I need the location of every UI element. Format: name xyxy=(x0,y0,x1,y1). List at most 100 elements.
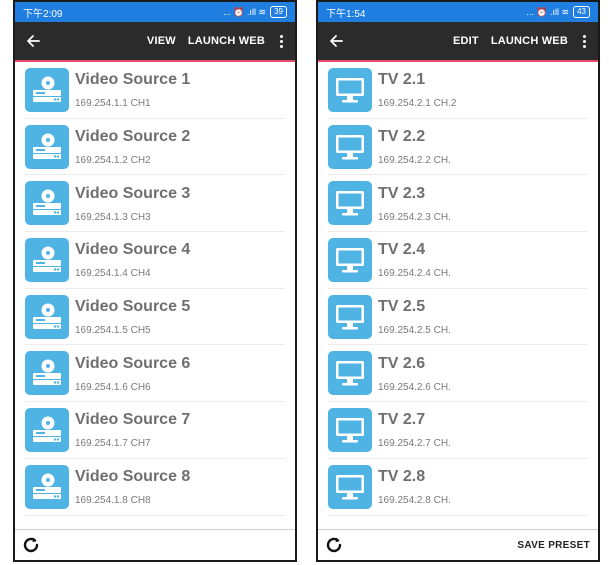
item-ip: 169.254.2.4 xyxy=(378,268,431,280)
item-text: Video Source 2 169.254.1.2 CH2 xyxy=(75,127,190,166)
item-subtitle: 169.254.2.2 CH. xyxy=(378,155,451,166)
list-item[interactable]: Video Source 1 169.254.1.1 CH1 xyxy=(25,62,285,119)
battery-icon: 39 xyxy=(270,6,287,18)
monitor-icon xyxy=(328,407,372,452)
item-title: TV 2.4 xyxy=(378,241,426,259)
view-button[interactable]: VIEW xyxy=(141,35,182,47)
item-ip: 169.254.1.8 xyxy=(75,495,128,507)
launch-web-button[interactable]: LAUNCH WEB xyxy=(182,35,271,47)
item-title: Video Source 8 xyxy=(75,468,191,486)
item-ip: 169.254.1.3 xyxy=(75,211,128,223)
item-ip: 169.254.1.7 xyxy=(75,438,128,450)
item-channel: CH. xyxy=(433,381,451,393)
bottom-bar xyxy=(15,529,295,560)
item-subtitle: 169.254.1.2 CH2 xyxy=(75,155,190,166)
item-text: Video Source 5 169.254.1.5 CH5 xyxy=(75,297,190,336)
list-item[interactable]: TV 2.4 169.254.2.4 CH. xyxy=(328,232,588,289)
item-title: TV 2.5 xyxy=(378,298,426,316)
more-vert-icon[interactable] xyxy=(271,22,291,60)
item-text: TV 2.8 169.254.2.8 CH. xyxy=(378,467,451,506)
item-title: Video Source 1 xyxy=(75,71,191,89)
item-text: Video Source 4 169.254.1.4 CH4 xyxy=(75,240,190,279)
refresh-icon[interactable] xyxy=(320,531,348,559)
list-item[interactable]: Video Source 7 169.254.1.7 CH7 xyxy=(25,402,285,459)
item-subtitle: 169.254.2.4 CH. xyxy=(378,268,451,279)
list-item[interactable]: TV 2.5 169.254.2.5 CH. xyxy=(328,289,588,346)
item-channel: CH5 xyxy=(130,325,151,337)
list-item[interactable]: Video Source 6 169.254.1.6 CH6 xyxy=(25,345,285,403)
item-subtitle: 169.254.2.7 CH. xyxy=(378,438,451,449)
monitor-icon xyxy=(328,181,372,226)
item-channel: CH. xyxy=(433,325,451,337)
status-bar: 下午1:54 ... ⏰ .ıll ≋ 43 xyxy=(318,2,598,22)
item-ip: 169.254.2.8 xyxy=(378,495,431,507)
status-bar: 下午2:09 ... ⏰ .ıll ≋ 39 xyxy=(15,2,295,22)
back-arrow-icon[interactable] xyxy=(15,22,51,60)
list-item[interactable]: Video Source 8 169.254.1.8 CH8 xyxy=(25,459,285,516)
back-arrow-icon[interactable] xyxy=(318,22,354,60)
list-item[interactable]: Video Source 5 169.254.1.5 CH5 xyxy=(25,289,285,346)
video-player-icon xyxy=(25,351,69,396)
item-channel: CH. xyxy=(433,495,451,507)
status-indicators: ... ⏰ .ıll ≋ 43 xyxy=(526,6,590,18)
item-ip: 169.254.2.7 xyxy=(378,438,431,450)
item-ip: 169.254.2.3 xyxy=(378,211,431,223)
item-title: Video Source 6 xyxy=(75,354,191,372)
item-ip: 169.254.2.6 xyxy=(378,381,431,393)
item-channel: CH2 xyxy=(130,155,151,167)
item-ip: 169.254.1.4 xyxy=(75,268,128,280)
list-item[interactable]: TV 2.1 169.254.2.1 CH.2 xyxy=(328,62,588,119)
list-item[interactable]: Video Source 4 169.254.1.4 CH4 xyxy=(25,232,285,289)
video-player-icon xyxy=(25,67,69,112)
item-subtitle: 169.254.1.6 CH6 xyxy=(75,382,190,393)
status-time: 下午2:09 xyxy=(23,8,63,20)
item-text: TV 2.4 169.254.2.4 CH. xyxy=(378,240,451,279)
item-channel: CH3 xyxy=(130,211,151,223)
item-subtitle: 169.254.2.5 CH. xyxy=(378,325,451,336)
item-channel: CH.2 xyxy=(433,98,457,110)
item-subtitle: 169.254.1.4 CH4 xyxy=(75,268,190,279)
source-list: Video Source 1 169.254.1.1 CH1 Video Sourc… xyxy=(15,62,295,530)
item-title: TV 2.6 xyxy=(378,354,426,372)
item-text: TV 2.5 169.254.2.5 CH. xyxy=(378,297,451,336)
item-channel: CH. xyxy=(433,438,451,450)
item-title: Video Source 4 xyxy=(75,241,191,259)
list-item[interactable]: Video Source 2 169.254.1.2 CH2 xyxy=(25,119,285,176)
item-channel: CH1 xyxy=(130,98,151,110)
list-item[interactable]: TV 2.8 169.254.2.8 CH. xyxy=(328,459,588,516)
video-player-icon xyxy=(25,181,69,226)
app-bar-actions: EDIT LAUNCH WEB xyxy=(447,35,574,47)
item-title: TV 2.2 xyxy=(378,128,426,146)
item-text: TV 2.7 169.254.2.7 CH. xyxy=(378,410,451,449)
list-item[interactable]: Video Source 3 169.254.1.3 CH3 xyxy=(25,175,285,233)
app-bar: VIEW LAUNCH WEB xyxy=(15,22,295,62)
item-text: Video Source 6 169.254.1.6 CH6 xyxy=(75,354,190,393)
item-channel: CH. xyxy=(433,268,451,280)
monitor-icon xyxy=(328,464,372,509)
edit-button[interactable]: EDIT xyxy=(447,35,485,47)
launch-web-button[interactable]: LAUNCH WEB xyxy=(485,35,574,47)
item-title: Video Source 5 xyxy=(75,298,191,316)
phone-screen-displays: 下午1:54 ... ⏰ .ıll ≋ 43 EDIT LAUNCH WEB T… xyxy=(316,0,600,562)
item-subtitle: 169.254.1.3 CH3 xyxy=(75,212,190,223)
item-channel: CH. xyxy=(433,155,451,167)
list-item[interactable]: TV 2.7 169.254.2.7 CH. xyxy=(328,402,588,459)
list-item[interactable]: TV 2.2 169.254.2.2 CH. xyxy=(328,119,588,176)
list-item[interactable]: TV 2.3 169.254.2.3 CH. xyxy=(328,175,588,233)
item-text: TV 2.2 169.254.2.2 CH. xyxy=(378,127,451,166)
item-subtitle: 169.254.2.3 CH. xyxy=(378,212,451,223)
bottom-bar: SAVE PRESET xyxy=(318,529,598,560)
item-subtitle: 169.254.2.8 CH. xyxy=(378,495,451,506)
phone-screen-sources: 下午2:09 ... ⏰ .ıll ≋ 39 VIEW LAUNCH WEB V… xyxy=(13,0,297,562)
item-ip: 169.254.1.6 xyxy=(75,381,128,393)
video-player-icon xyxy=(25,237,69,282)
item-channel: CH6 xyxy=(130,381,151,393)
list-item[interactable]: TV 2.6 169.254.2.6 CH. xyxy=(328,345,588,403)
save-preset-button[interactable]: SAVE PRESET xyxy=(517,540,590,551)
monitor-icon xyxy=(328,351,372,396)
item-text: Video Source 8 169.254.1.8 CH8 xyxy=(75,467,190,506)
app-bar-actions: VIEW LAUNCH WEB xyxy=(141,35,271,47)
battery-icon: 43 xyxy=(573,6,590,18)
more-vert-icon[interactable] xyxy=(574,22,594,60)
refresh-icon[interactable] xyxy=(17,531,45,559)
